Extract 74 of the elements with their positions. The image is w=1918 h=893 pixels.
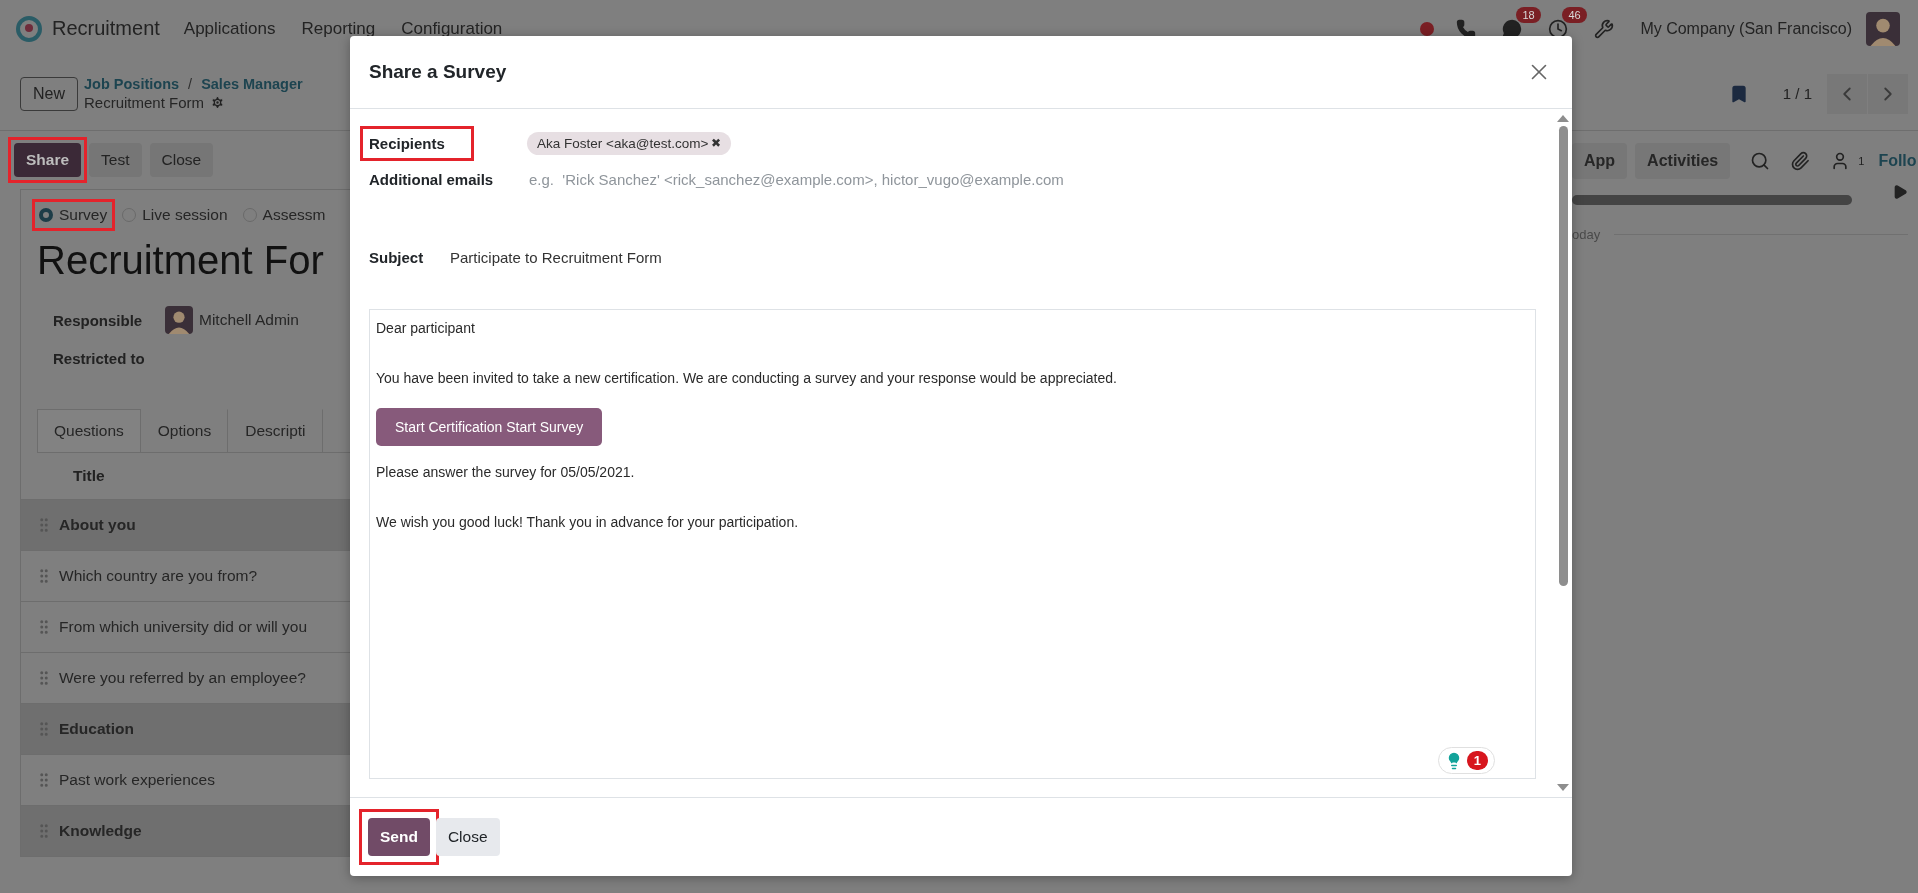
follower-count: 1: [1858, 155, 1865, 167]
survey-type-option[interactable]: Live session: [120, 204, 231, 226]
radio-icon[interactable]: [39, 208, 53, 222]
menu-item[interactable]: Configuration: [401, 18, 503, 39]
table-cell: Past work experiences: [59, 771, 215, 789]
section-row[interactable]: Knowledge: [21, 805, 350, 856]
breadcrumb-link[interactable]: Job Positions: [84, 76, 180, 92]
counter-badge: 18: [1516, 6, 1541, 23]
field-label: Subject: [369, 248, 425, 266]
record-name: Recruitment Form: [84, 94, 205, 111]
tab[interactable]: Descripti: [228, 409, 323, 452]
pager-value: 1 / 1: [1782, 85, 1812, 102]
new-button[interactable]: New: [20, 76, 78, 111]
clock-icon[interactable]: [1548, 18, 1569, 39]
start-survey-button[interactable]: Start Certification Start Survey: [376, 408, 603, 446]
table-cell: Were you referred by an employee?: [59, 669, 306, 687]
tab[interactable]: Options: [140, 409, 229, 452]
section-row[interactable]: Education: [21, 703, 350, 754]
field-label: Recipients: [369, 134, 446, 152]
table-cell: From which university did or will you: [59, 618, 308, 636]
message-text: Please answer the survey for 05/05/2021.: [376, 463, 636, 482]
tab[interactable]: Questions: [37, 409, 141, 452]
chatter-button[interactable]: Activities: [1635, 143, 1731, 179]
message-editor[interactable]: [369, 309, 1536, 779]
company-switcher[interactable]: My Company (San Francisco): [1640, 19, 1852, 38]
section-row[interactable]: About you: [21, 499, 350, 550]
menu-item[interactable]: Reporting: [301, 18, 376, 39]
tag-label: Aka Foster <aka@test.com>: [537, 135, 709, 151]
table-cell: Education: [59, 720, 134, 738]
breadcrumb-link[interactable]: Sales Manager: [201, 76, 303, 92]
scroll-bar[interactable]: [1572, 195, 1852, 205]
phone-icon[interactable]: [1456, 18, 1477, 39]
scroll-down-icon[interactable]: [1557, 784, 1569, 791]
logo-icon[interactable]: [16, 15, 42, 42]
field-label: Additional emails: [369, 170, 495, 188]
message-text: You have been invited to take a new certification. We are conducting a survey and your response would be appreciated.: [376, 369, 1118, 388]
dialog-button[interactable]: Send: [368, 818, 430, 856]
table-cell: About you: [59, 516, 136, 534]
survey-type-option[interactable]: Assessm: [240, 204, 329, 226]
column-header: Title: [73, 467, 105, 485]
table-cell: Which country are you from?: [59, 567, 258, 585]
previous-button[interactable]: [1827, 73, 1867, 114]
survey-type-option[interactable]: Survey: [37, 204, 111, 226]
status-dot[interactable]: [1420, 21, 1435, 36]
user-avatar: [1866, 11, 1900, 46]
assistant-badge[interactable]: 1: [1437, 747, 1495, 774]
field-value[interactable]: Mitchell Admin: [199, 311, 299, 329]
search-icon[interactable]: [1750, 151, 1771, 171]
action-button[interactable]: Test: [89, 143, 142, 177]
paperclip-icon[interactable]: [1790, 151, 1811, 171]
next-button[interactable]: [1868, 73, 1908, 114]
menu-item[interactable]: Applications: [183, 18, 276, 39]
field-label: Restricted to: [53, 349, 146, 367]
chatter-button[interactable]: App: [1572, 143, 1628, 179]
play-icon[interactable]: [1892, 184, 1908, 200]
field-label: Responsible: [53, 311, 144, 329]
follow-link[interactable]: Follo: [1878, 152, 1917, 170]
counter-badge: 46: [1562, 6, 1587, 23]
dialog-title: Share a Survey: [369, 61, 507, 83]
table-cell: Knowledge: [59, 822, 142, 840]
action-button[interactable]: Share: [14, 143, 82, 177]
form-title: Recruitment For: [37, 238, 324, 283]
message-text: We wish you good luck! Thank you in advance for your participation.: [376, 513, 800, 532]
chat-icon[interactable]: [1502, 18, 1523, 39]
recipient-tag[interactable]: Aka Foster <aka@test.com> ✖: [527, 131, 732, 155]
settings-icon[interactable]: [210, 95, 226, 110]
remove-tag[interactable]: ✖: [711, 136, 722, 150]
scrollbar-thumb[interactable]: [1558, 126, 1568, 586]
dialog-button[interactable]: Close: [435, 818, 500, 856]
message-text: Dear participant: [376, 319, 476, 338]
app-name[interactable]: Recruitment: [52, 17, 160, 40]
tools-icon[interactable]: [1594, 18, 1615, 39]
breadcrumb-separator: /: [188, 76, 193, 92]
action-button[interactable]: Close: [149, 143, 214, 177]
